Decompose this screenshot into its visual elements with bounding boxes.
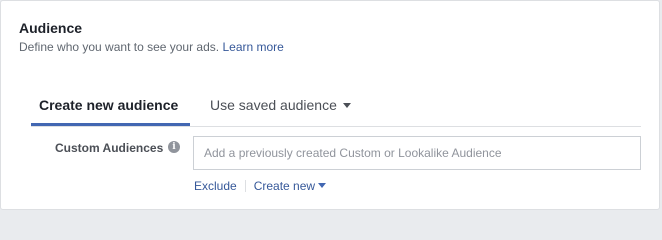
tab-use-saved-audience[interactable]: Use saved audience [210, 93, 351, 126]
tab-use-saved-audience-label: Use saved audience [210, 97, 337, 113]
audience-header: Audience Define who you want to see your… [19, 19, 284, 55]
custom-audiences-input[interactable] [193, 136, 641, 170]
info-icon[interactable]: i [168, 141, 180, 153]
section-subtitle: Define who you want to see your ads. Lea… [19, 39, 284, 55]
actions-divider [244, 179, 246, 192]
tab-create-new-audience-label: Create new audience [39, 97, 179, 113]
caret-down-icon [318, 183, 327, 189]
create-new-dropdown[interactable]: Create new [253, 179, 327, 193]
exclude-link[interactable]: Exclude [194, 179, 237, 193]
learn-more-link[interactable]: Learn more [222, 40, 283, 54]
audience-panel: Audience Define who you want to see your… [0, 0, 660, 210]
audience-tabs: Create new audience Use saved audience [31, 93, 641, 127]
section-title: Audience [19, 20, 83, 36]
custom-audiences-label: Custom Audiences [55, 141, 164, 155]
caret-down-icon [342, 102, 351, 108]
subtitle-text: Define who you want to see your ads. [19, 40, 220, 54]
create-new-label: Create new [253, 179, 316, 193]
custom-audiences-row: Custom Audiences i Exclude Create new [1, 136, 661, 206]
custom-audiences-actions: Exclude Create new [194, 179, 327, 193]
tab-create-new-audience[interactable]: Create new audience [31, 93, 190, 126]
